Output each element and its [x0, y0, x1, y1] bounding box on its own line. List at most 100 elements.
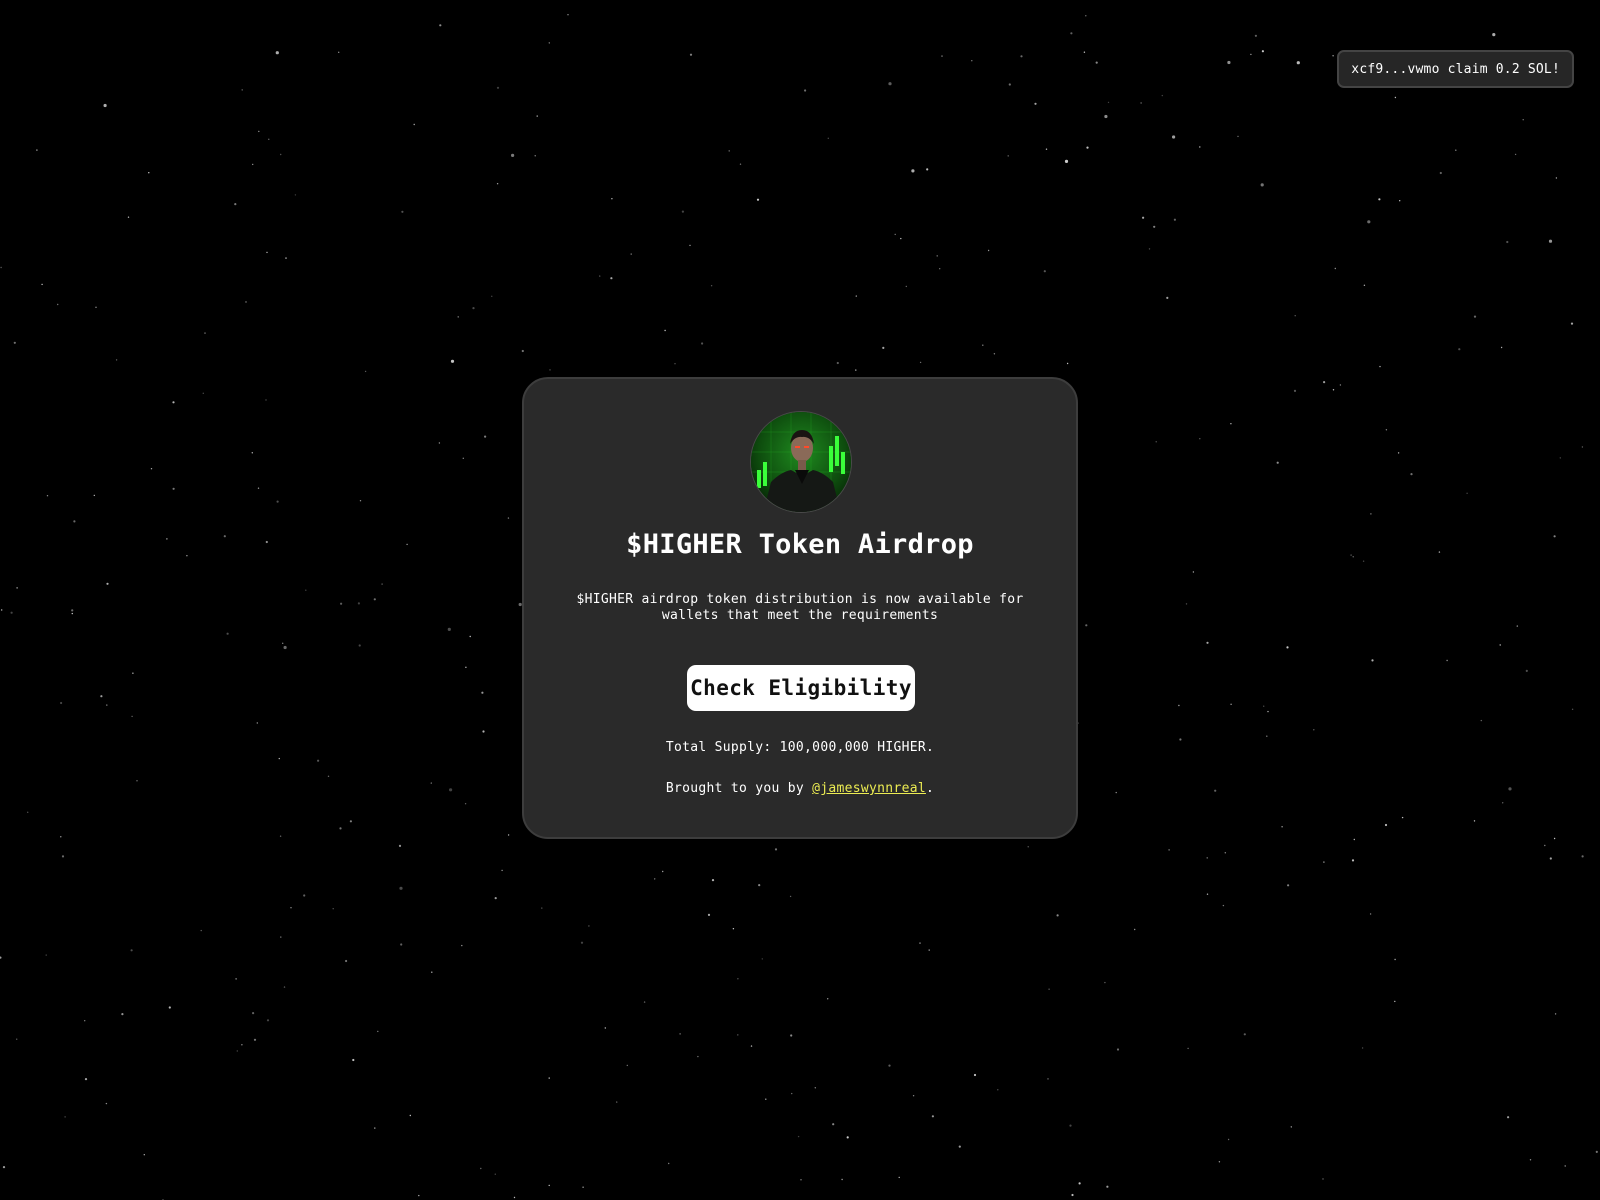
- star: [1480, 719, 1483, 722]
- star: [898, 1176, 900, 1179]
- star: [1499, 644, 1501, 646]
- star: [482, 730, 485, 733]
- star: [251, 452, 253, 454]
- star: [536, 115, 538, 117]
- star: [510, 153, 515, 157]
- star: [513, 1196, 516, 1199]
- star: [1166, 296, 1169, 299]
- star: [1529, 1159, 1532, 1161]
- star: [1553, 837, 1556, 840]
- star: [882, 346, 885, 349]
- star: [604, 1027, 606, 1029]
- star: [1353, 838, 1356, 841]
- star: [1516, 625, 1519, 627]
- star: [236, 1050, 238, 1052]
- star: [662, 870, 664, 873]
- star: [338, 51, 340, 53]
- star: [548, 1184, 550, 1187]
- star: [13, 341, 16, 344]
- star: [1254, 34, 1257, 37]
- star: [84, 1020, 86, 1022]
- star: [1570, 322, 1574, 325]
- star: [46, 495, 49, 497]
- check-eligibility-button[interactable]: Check Eligibility: [687, 665, 915, 711]
- star: [679, 1033, 681, 1035]
- star: [132, 672, 134, 674]
- star: [855, 295, 857, 297]
- star: [172, 487, 175, 490]
- star: [800, 1179, 802, 1181]
- star: [790, 1034, 793, 1037]
- star: [1267, 710, 1269, 713]
- star: [1290, 1126, 1293, 1128]
- star: [1250, 53, 1252, 56]
- star: [1083, 51, 1086, 53]
- star: [750, 1045, 753, 1047]
- star: [294, 194, 297, 196]
- star: [1007, 155, 1009, 157]
- star: [654, 878, 656, 880]
- star: [127, 216, 130, 218]
- star: [1555, 177, 1558, 179]
- star: [1260, 183, 1264, 187]
- star: [710, 285, 713, 287]
- author-link[interactable]: @jameswynnreal: [812, 781, 926, 796]
- star: [457, 316, 459, 318]
- star: [711, 879, 715, 882]
- star: [1027, 846, 1029, 848]
- star: [797, 1135, 800, 1138]
- star: [926, 168, 929, 171]
- airdrop-card: $HIGHER Token Airdrop $HIGHER airdrop to…: [522, 377, 1078, 839]
- star: [1554, 1013, 1557, 1015]
- star: [359, 500, 362, 502]
- credits-line: Brought to you by @jameswynnreal.: [524, 781, 1076, 796]
- star: [1384, 823, 1388, 827]
- star: [1455, 149, 1457, 151]
- star: [1263, 705, 1265, 707]
- star: [418, 1194, 420, 1197]
- star: [130, 949, 133, 952]
- star: [257, 487, 260, 489]
- star: [340, 602, 343, 605]
- star: [496, 86, 500, 89]
- star: [305, 589, 307, 591]
- star: [447, 627, 451, 632]
- star: [1500, 346, 1503, 349]
- star: [494, 897, 497, 900]
- star: [381, 583, 383, 585]
- star: [275, 51, 279, 55]
- star: [41, 283, 43, 286]
- star: [226, 632, 229, 635]
- star: [567, 14, 569, 16]
- star: [630, 253, 632, 255]
- star: [150, 468, 153, 470]
- star: [186, 555, 188, 557]
- page-background: xcf9...vwmo claim 0.2 SOL! $HIGHER Token…: [0, 0, 1600, 1200]
- star: [148, 172, 150, 174]
- star: [57, 303, 59, 306]
- credits-suffix: .: [925, 781, 935, 796]
- star: [84, 1078, 88, 1081]
- star: [1199, 146, 1201, 148]
- star: [245, 301, 247, 303]
- star: [431, 971, 433, 973]
- star: [689, 244, 691, 247]
- star: [894, 233, 896, 236]
- star: [36, 149, 38, 151]
- star: [93, 494, 96, 497]
- star: [1199, 438, 1201, 440]
- star: [136, 780, 138, 782]
- star: [1473, 315, 1477, 318]
- star: [256, 722, 258, 724]
- star: [987, 249, 990, 252]
- star: [472, 307, 475, 310]
- star: [462, 457, 464, 459]
- star: [827, 137, 829, 139]
- star: [1492, 33, 1496, 37]
- star: [1069, 1124, 1072, 1127]
- star: [931, 1115, 935, 1118]
- star: [707, 913, 711, 917]
- star: [399, 886, 403, 890]
- star: [357, 602, 360, 605]
- star: [732, 928, 735, 930]
